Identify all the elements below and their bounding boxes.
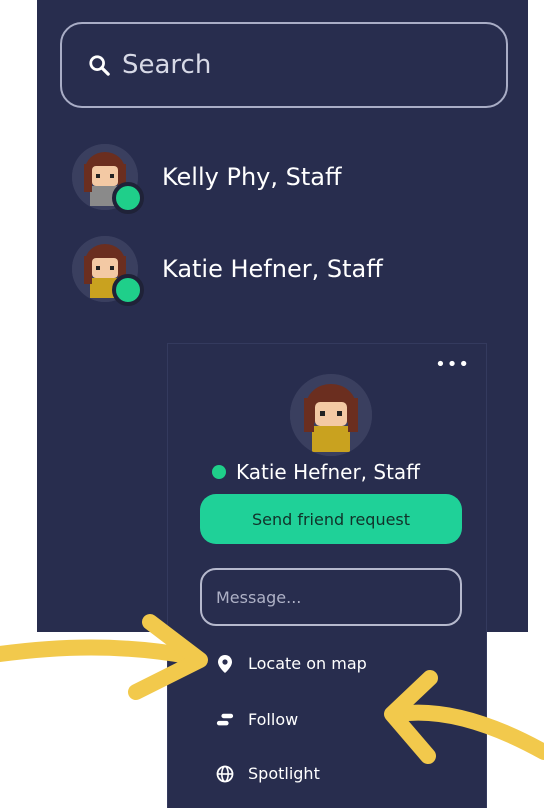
more-options-icon[interactable]: •••: [435, 354, 470, 375]
follow-icon: [216, 711, 234, 729]
avatar: [72, 144, 144, 214]
send-friend-request-button[interactable]: Send friend request: [200, 494, 462, 544]
map-pin-icon: [216, 654, 234, 673]
menu-item-label: Spotlight: [248, 764, 320, 783]
user-name: Kelly Phy, Staff: [162, 163, 342, 191]
user-name: Katie Hefner, Staff: [162, 255, 383, 283]
profile-name: Katie Hefner, Staff: [236, 460, 420, 484]
online-status-dot: [212, 465, 226, 479]
menu-item-spotlight[interactable]: Spotlight: [216, 764, 320, 783]
avatar: [72, 236, 144, 306]
user-list-item[interactable]: Kelly Phy, Staff: [72, 144, 342, 214]
user-list-item[interactable]: Katie Hefner, Staff: [72, 236, 383, 306]
menu-item-label: Locate on map: [248, 654, 367, 673]
search-icon: [89, 55, 110, 76]
menu-item-locate-on-map[interactable]: Locate on map: [216, 654, 367, 673]
online-status-dot: [112, 182, 144, 214]
profile-card: ••• Katie Hefner, Staff Send friend requ…: [168, 344, 486, 808]
search-placeholder: Search: [122, 50, 212, 80]
profile-name-row: Katie Hefner, Staff: [212, 460, 420, 484]
search-input[interactable]: Search: [60, 22, 508, 108]
menu-item-follow[interactable]: Follow: [216, 710, 298, 729]
message-input[interactable]: Message...: [200, 568, 462, 626]
profile-avatar: [290, 374, 372, 456]
message-placeholder: Message...: [216, 587, 302, 607]
menu-item-label: Follow: [248, 710, 299, 729]
globe-icon: [216, 765, 234, 783]
online-status-dot: [112, 274, 144, 306]
